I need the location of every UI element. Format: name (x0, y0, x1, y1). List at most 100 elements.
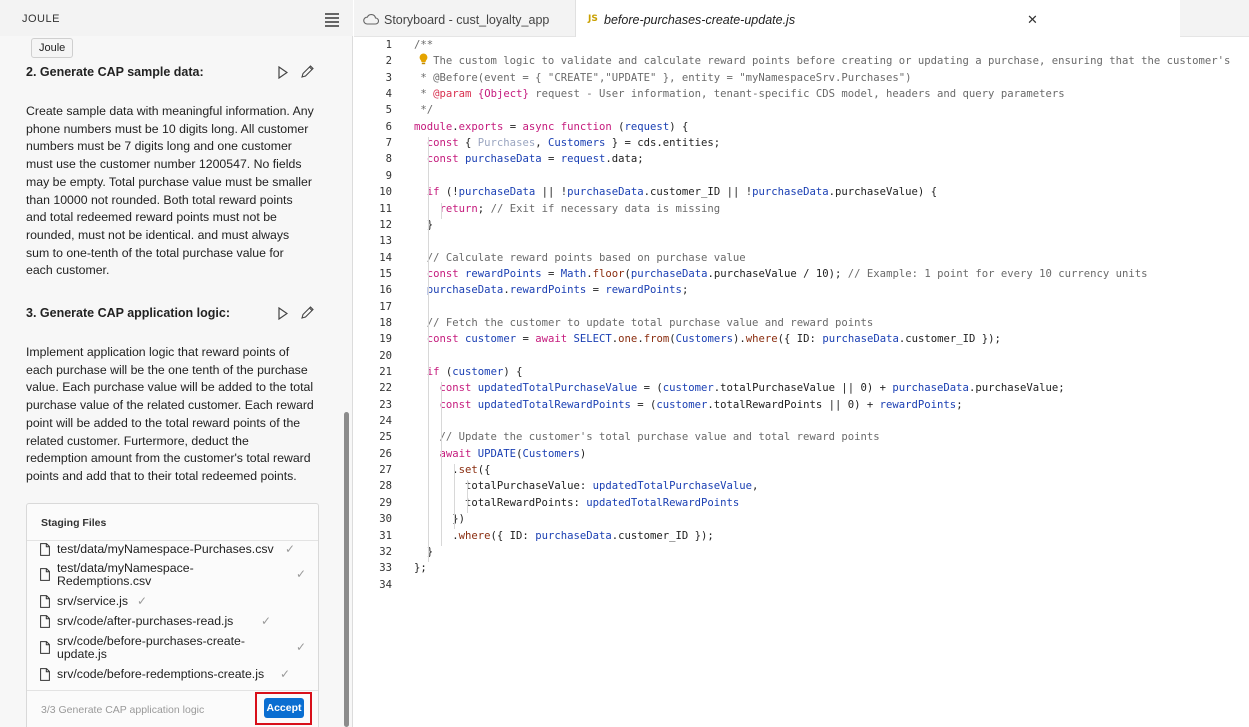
step-3-description: Implement application logic that reward … (26, 345, 314, 483)
accept-button[interactable]: Accept (264, 698, 304, 718)
file-icon (40, 595, 50, 608)
line-number: 30 (379, 513, 392, 526)
check-icon: ✓ (137, 594, 148, 608)
check-icon: ✓ (296, 640, 307, 654)
code-line: const purchaseData = request.data; (426, 153, 644, 166)
line-number: 4 (385, 88, 392, 101)
hamburger-menu-icon[interactable] (325, 13, 339, 27)
line-number: 19 (379, 333, 392, 346)
code-line: /** (414, 39, 434, 51)
line-number: 21 (379, 366, 392, 378)
code-line: } (414, 218, 434, 231)
scrollbar-thumb[interactable] (344, 412, 349, 727)
joule-panel: JOULE Joule 2. Generate CAP sample data:… (0, 0, 353, 727)
check-icon: ✓ (296, 567, 307, 581)
play-icon[interactable] (278, 307, 288, 320)
line-number: 17 (379, 300, 392, 313)
code-line: .set({ (414, 464, 491, 477)
check-icon: ✓ (285, 542, 296, 556)
code-line: } (414, 545, 434, 558)
js-file-icon: JS (588, 14, 598, 24)
code-line: }; (414, 562, 427, 575)
check-icon: ✓ (280, 667, 291, 681)
code-line: totalRewardPoints: updatedTotalRewardPoi… (414, 496, 740, 509)
code-line: const updatedTotalRewardPoints = (custom… (439, 398, 963, 411)
line-number: 5 (385, 104, 392, 117)
line-number: 12 (379, 218, 392, 231)
line-number: 33 (379, 562, 392, 575)
line-number: 14 (379, 251, 392, 264)
line-number: 32 (379, 545, 392, 558)
indent-guide (428, 137, 429, 563)
file-name: srv/code/after-purchases-read.js (57, 614, 234, 628)
file-icon (40, 668, 50, 681)
check-icon: ✓ (261, 614, 272, 628)
code-line: const { Purchases, Customers } = cds.ent… (426, 137, 721, 150)
line-number: 9 (385, 169, 392, 182)
indent-guide (441, 382, 442, 546)
code-line: // Calculate reward points based on purc… (426, 251, 746, 264)
line-number: 20 (379, 349, 392, 362)
divider (27, 690, 318, 691)
tab-label: before-purchases-create-update.js (604, 13, 796, 27)
line-number: 15 (379, 267, 392, 280)
code-line: await UPDATE(Customers) (439, 447, 587, 460)
code-line: .where({ ID: purchaseData.customer_ID })… (414, 529, 714, 542)
step-3-title: 3. Generate CAP application logic: (26, 306, 230, 320)
cloud-icon (363, 13, 379, 25)
line-number: 27 (379, 464, 392, 477)
line-number: 26 (379, 447, 392, 460)
code-line: totalPurchaseValue: updatedTotalPurchase… (414, 480, 759, 493)
code-line: module.exports = async function (request… (414, 120, 689, 133)
file-name: srv/service.js (57, 594, 129, 608)
file-name: test/data/myNamespace-Purchases.csv (57, 542, 274, 556)
progress-text: 3/3 Generate CAP application logic (41, 704, 205, 716)
code-editor[interactable]: 1 /** 2 The custom logic to validate and c… (354, 37, 1249, 727)
code-line: // Fetch the customer to update total pu… (426, 316, 874, 329)
line-number: 13 (379, 235, 392, 248)
line-number: 10 (379, 186, 392, 199)
line-number: 3 (385, 71, 392, 84)
file-name: test/data/myNamespace-Redemptions.csv (57, 561, 194, 588)
close-icon[interactable]: ✕ (1027, 12, 1038, 28)
code-line: The custom logic to validate and calcula… (414, 55, 1231, 68)
line-number: 11 (379, 202, 392, 215)
lightbulb-icon[interactable] (419, 53, 428, 65)
tab-label: Storyboard - cust_loyalty_app (384, 13, 550, 27)
tab-before-purchases-create-update[interactable]: JS before-purchases-create-update.js ✕ (576, 0, 1180, 38)
line-number: 2 (385, 55, 392, 68)
joule-title: JOULE (22, 13, 60, 25)
indent-guide (441, 202, 442, 219)
pencil-icon[interactable] (300, 64, 315, 79)
tab-storyboard[interactable]: Storyboard - cust_loyalty_app (354, 0, 576, 37)
file-name: srv/code/before-purchases-create-update.… (57, 634, 245, 661)
joule-tooltip: Joule (31, 38, 74, 58)
code-line: if (customer) { (426, 366, 523, 378)
line-number: 16 (379, 284, 392, 297)
play-icon[interactable] (278, 66, 288, 79)
line-number: 18 (379, 316, 392, 329)
line-number: 25 (379, 431, 392, 444)
code-line: * @param {Object} request - User informa… (414, 88, 1065, 101)
pencil-icon[interactable] (300, 305, 315, 320)
code-line: const updatedTotalPurchaseValue = (custo… (439, 382, 1065, 395)
code-line: purchaseData.rewardPoints = rewardPoints… (426, 284, 689, 297)
code-line: const customer = await SELECT.one.from(C… (426, 333, 1001, 346)
line-number: 24 (379, 415, 392, 428)
staging-file-item[interactable]: srv/code/before-purchases-create-update.… (40, 635, 308, 661)
line-number: 28 (379, 480, 392, 493)
file-icon (40, 568, 50, 581)
line-number: 6 (385, 120, 392, 133)
code-line: */ (414, 104, 434, 117)
file-name: srv/code/before-redemptions-create.js (57, 667, 265, 681)
indent-guide (454, 464, 455, 530)
code-line: }) (414, 513, 466, 526)
code-line: return; // Exit if necessary data is mis… (439, 202, 721, 215)
line-number: 22 (379, 382, 392, 395)
editor-tab-bar: Storyboard - cust_loyalty_app JS before-… (354, 0, 1249, 38)
file-icon (40, 641, 50, 654)
file-icon (40, 615, 50, 628)
staging-file-item[interactable]: test/data/myNamespace-Redemptions.csv ✓ (40, 562, 308, 588)
line-number: 8 (385, 153, 392, 166)
line-number: 29 (379, 496, 392, 509)
